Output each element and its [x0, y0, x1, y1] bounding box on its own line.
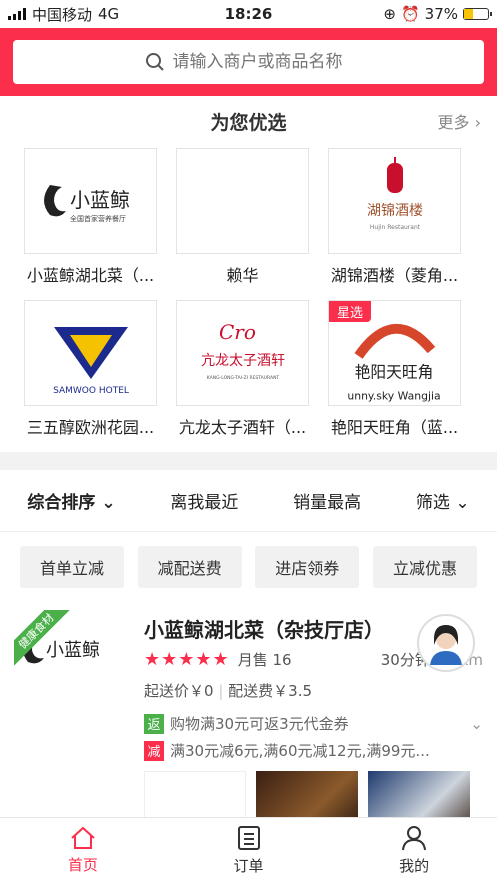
chip-coupon[interactable]: 进店领券: [255, 546, 360, 588]
pick-card[interactable]: SAMWOO HOTEL 三五醇欧洲花园...: [24, 300, 157, 438]
pick-card[interactable]: 小蓝鲸全国首家营养餐厅 小蓝鲸湖北菜（...: [24, 148, 157, 286]
cashback-badge: 返: [144, 713, 164, 734]
recommended-section: 为您优选 更多 › 小蓝鲸全国首家营养餐厅 小蓝鲸湖北菜（... 赖华 湖锦酒楼…: [0, 96, 497, 452]
search-input[interactable]: [172, 52, 353, 72]
promo-filters: 首单立减 减配送费 进店领券 立减优惠: [0, 532, 497, 602]
sort-comprehensive[interactable]: 综合排序 ⌄: [27, 488, 115, 513]
tab-label: 我的: [399, 857, 430, 875]
pick-card[interactable]: 赖华: [176, 148, 309, 286]
discount-text: 满30元减6元,满60元减12元,满99元...: [170, 742, 430, 760]
pick-card[interactable]: 艳阳天旺角 unny.sky Wangjia 星选 艳阳天旺角（蓝...: [328, 300, 461, 438]
tab-profile[interactable]: 我的: [331, 818, 497, 883]
restaurant-logo: Cro 亢龙太子酒轩 KANG-LONG-TAI-ZI RESTAURANT: [176, 300, 309, 406]
tab-orders[interactable]: 订单: [166, 818, 332, 883]
search-box[interactable]: [13, 40, 484, 84]
sort-nearest[interactable]: 离我最近: [170, 488, 238, 513]
tab-home[interactable]: 首页: [0, 818, 166, 883]
more-link[interactable]: 更多 ›: [438, 109, 482, 133]
monthly-sales: 月售 16: [237, 651, 292, 669]
restaurant-logo: [176, 148, 309, 254]
restaurant-name: 三五醇欧洲花园...: [26, 418, 155, 437]
shop-thumbnail: 小蓝鲸 健康食材: [14, 610, 124, 690]
logo-text: 亢龙太子酒轩: [201, 352, 285, 369]
battery-percent: 37%: [424, 5, 458, 23]
pick-card[interactable]: 湖锦酒楼 Hujin Restaurant 湖锦酒楼（菱角...: [328, 148, 461, 286]
delivery-fee: 配送费￥3.5: [228, 682, 313, 700]
restaurant-logo: 小蓝鲸全国首家营养餐厅: [24, 148, 157, 254]
min-order: 起送价￥0: [144, 682, 214, 700]
search-header: [0, 28, 497, 96]
logo-subtext: unny.sky Wangjia: [347, 389, 440, 402]
orders-icon: [237, 826, 260, 850]
expand-chevron-icon[interactable]: ⌄: [470, 715, 483, 733]
battery-icon: [463, 8, 492, 20]
sort-bar: 综合排序 ⌄ 离我最近 销量最高 筛选 ⌄: [0, 470, 497, 532]
tab-label: 订单: [233, 857, 264, 875]
search-icon: [145, 53, 164, 71]
logo-text: 艳阳天旺角: [355, 363, 434, 382]
logo-subtext: 全国首家营养餐厅: [70, 214, 126, 223]
promo-cashback: 返 购物满30元可返3元代金券 ⌄: [144, 713, 483, 734]
chevron-down-icon: ⌄: [101, 493, 116, 513]
sort-top-sales[interactable]: 销量最高: [293, 488, 361, 513]
logo-text: 小蓝鲸: [70, 188, 130, 212]
restaurant-name: 小蓝鲸湖北菜（...: [26, 266, 155, 285]
restaurant-logo: SAMWOO HOTEL: [24, 300, 157, 406]
status-bar: 中国移动 4G 18:26 ⊕ ⏰ 37%: [0, 0, 497, 28]
pick-card[interactable]: Cro 亢龙太子酒轩 KANG-LONG-TAI-ZI RESTAURANT 亢龙太…: [176, 300, 309, 438]
restaurant-logo: 艳阳天旺角 unny.sky Wangjia 星选: [328, 300, 461, 406]
chip-instant-discount[interactable]: 立减优惠: [372, 546, 477, 588]
logo-text: 湖锦酒楼: [367, 202, 423, 219]
orientation-lock-icon: ⊕: [383, 5, 396, 23]
rating-stars: ★★★★★: [144, 649, 230, 670]
restaurant-name: 湖锦酒楼（菱角...: [330, 266, 459, 285]
restaurant-logo: 湖锦酒楼 Hujin Restaurant: [328, 148, 461, 254]
restaurant-name: 艳阳天旺角（蓝...: [330, 418, 459, 437]
filter-button[interactable]: 筛选 ⌄: [416, 488, 470, 513]
tab-label: 首页: [67, 856, 98, 874]
carrier-label: 中国移动: [32, 5, 93, 24]
featured-badge: 星选: [329, 301, 372, 322]
alarm-icon: ⏰: [400, 5, 420, 23]
bottom-tab-bar: 首页 订单 我的: [0, 817, 497, 883]
network-label: 4G: [98, 5, 120, 23]
chip-first-order[interactable]: 首单立减: [20, 546, 124, 588]
restaurant-name: 亢龙太子酒轩（...: [178, 418, 307, 437]
restaurant-name: 赖华: [226, 266, 259, 285]
promo-discount: 减 满30元减6元,满60元减12元,满99元...: [144, 740, 483, 761]
home-icon: [71, 826, 95, 849]
shop-list-item[interactable]: 小蓝鲸 健康食材 小蓝鲸湖北菜（杂技厅店） ★★★★★ 月售 16 30分钟 8…: [0, 602, 497, 833]
logo-subtext: Hujin Restaurant: [369, 224, 420, 231]
cashback-text: 购物满30元可返3元代金券: [170, 715, 349, 733]
logo-subtext: KANG-LONG-TAI-ZI RESTAURANT: [206, 375, 279, 381]
chip-reduced-delivery[interactable]: 减配送费: [137, 546, 242, 588]
svg-text:Cro: Cro: [219, 320, 256, 344]
chevron-down-icon: ⌄: [455, 493, 470, 513]
logo-text: SAMWOO HOTEL: [53, 386, 129, 396]
user-icon: [402, 826, 427, 851]
section-title: 为您优选: [210, 111, 287, 134]
customer-service-avatar[interactable]: [417, 614, 475, 672]
logo-text: 小蓝鲸: [46, 640, 100, 661]
discount-badge: 减: [144, 740, 164, 761]
signal-icon: [8, 8, 26, 20]
